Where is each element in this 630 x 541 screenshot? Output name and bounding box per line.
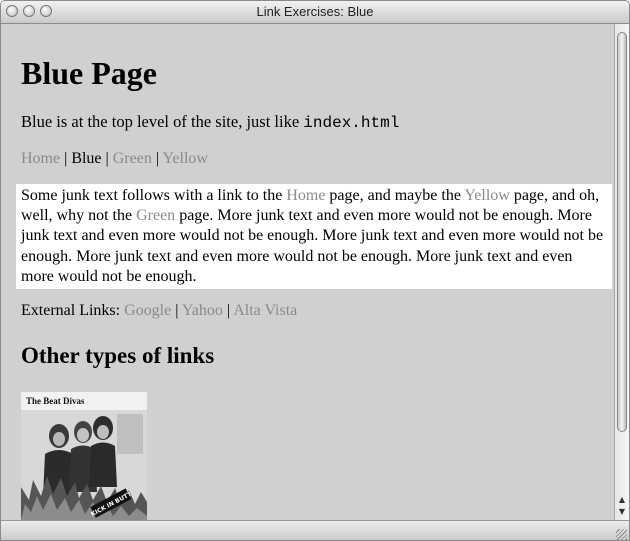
scroll-down-arrow-icon[interactable]: ▼ — [617, 506, 627, 518]
title-bar[interactable]: Link Exercises: Blue — [1, 1, 629, 24]
browser-window: Link Exercises: Blue Blue Page Blue is a… — [0, 0, 630, 541]
intro-text: Blue is at the top level of the site, ju… — [21, 112, 304, 131]
junk-link-yellow[interactable]: Yellow — [464, 187, 510, 204]
window-title: Link Exercises: Blue — [256, 4, 374, 19]
external-links: External Links: Google | Yahoo | Alta Vi… — [21, 302, 297, 320]
external-links-label: External Links: — [21, 302, 125, 319]
album-cover-image-link[interactable]: The Beat Divas KICK IN BUTT — [21, 392, 147, 520]
intro-code: index.html — [303, 114, 400, 132]
junk-text: page, and maybe the — [325, 187, 465, 204]
nav-separator: | — [151, 150, 163, 167]
nav-separator: | — [222, 302, 234, 319]
nav-separator: | — [171, 302, 182, 319]
nav-link-green[interactable]: Green — [113, 150, 152, 167]
nav-current-blue: Blue — [71, 150, 102, 167]
junk-text: Some junk text follows with a link to th… — [21, 187, 287, 204]
album-cover-image: The Beat Divas KICK IN BUTT — [21, 392, 147, 520]
section-heading: Other types of links — [21, 343, 215, 368]
junk-link-home[interactable]: Home — [286, 187, 325, 204]
album-title: The Beat Divas — [26, 396, 85, 406]
scrollbar-thumb[interactable] — [617, 32, 627, 432]
nav-link-home[interactable]: Home — [21, 150, 60, 167]
intro-paragraph: Blue is at the top level of the site, ju… — [21, 112, 399, 132]
page-title: Blue Page — [21, 55, 157, 91]
nav-link-yellow[interactable]: Yellow — [162, 150, 208, 167]
junk-text-block: Some junk text follows with a link to th… — [16, 184, 612, 290]
status-bar — [1, 520, 629, 540]
resize-grip-icon[interactable] — [616, 529, 627, 540]
site-nav: Home | Blue | Green | Yellow — [21, 150, 208, 168]
external-link-google[interactable]: Google — [124, 302, 171, 319]
vertical-scrollbar[interactable]: ▲ ▼ — [614, 24, 629, 520]
scroll-up-arrow-icon[interactable]: ▲ — [617, 494, 627, 506]
nav-separator: | — [60, 150, 72, 167]
external-link-yahoo[interactable]: Yahoo — [182, 302, 223, 319]
junk-link-green[interactable]: Green — [136, 207, 175, 224]
external-link-altavista[interactable]: Alta Vista — [233, 302, 297, 319]
page-content: Blue Page Blue is at the top level of th… — [1, 24, 614, 520]
nav-separator: | — [101, 150, 113, 167]
